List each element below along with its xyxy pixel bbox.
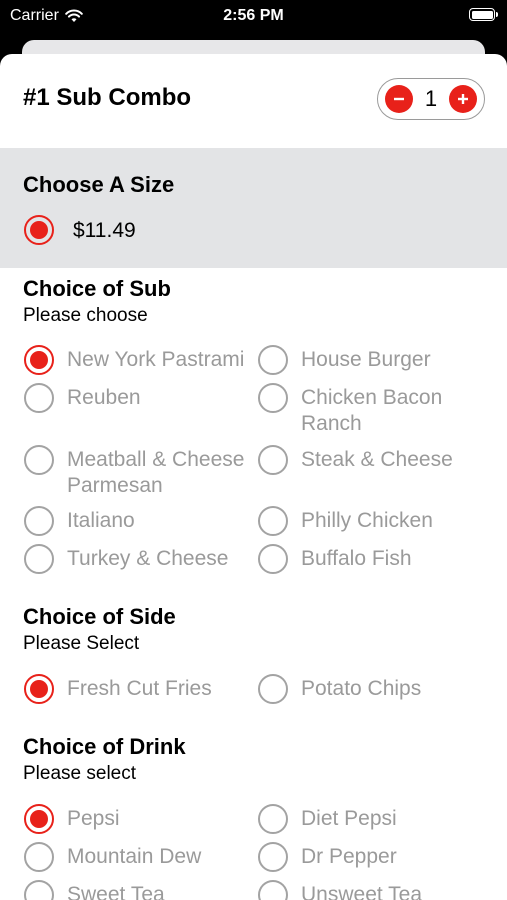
sub-option-radio[interactable]	[258, 506, 288, 536]
drink-option-radio[interactable]	[258, 804, 288, 834]
decrement-button[interactable]	[385, 85, 413, 113]
sub-option-radio[interactable]	[24, 445, 54, 475]
increment-button[interactable]	[449, 85, 477, 113]
item-header: #1 Sub Combo 1	[0, 54, 507, 148]
sub-option-radio[interactable]	[24, 383, 54, 413]
sub-option-label: Steak & Cheese	[301, 448, 453, 471]
drink-option-label: Mountain Dew	[67, 845, 202, 868]
size-price: $11.49	[73, 219, 136, 242]
sub-section-title: Choice of Sub	[23, 276, 171, 301]
size-section-title: Choose A Size	[23, 172, 175, 197]
side-section-title: Choice of Side	[23, 604, 176, 629]
sub-option-radio[interactable]	[24, 506, 54, 536]
side-option-radio[interactable]	[258, 674, 288, 704]
minus-icon	[394, 97, 404, 101]
sub-option-radio[interactable]	[24, 544, 54, 574]
sub-option-radio[interactable]	[258, 544, 288, 574]
sub-option-label: Italiano	[67, 509, 135, 532]
drink-option-radio[interactable]	[258, 880, 288, 900]
side-option-label: Potato Chips	[301, 677, 422, 700]
sub-option-radio[interactable]	[24, 345, 54, 375]
side-option-radio[interactable]	[24, 674, 54, 704]
drink-option-label: Dr Pepper	[301, 845, 397, 868]
sub-option-label: Buffalo Fish	[301, 547, 412, 570]
drink-option-radio[interactable]	[24, 804, 54, 834]
side-section-subtitle: Please Select	[23, 633, 140, 654]
sub-option-label: Chicken Bacon Ranch	[301, 386, 443, 435]
sub-section-subtitle: Please choose	[23, 305, 148, 326]
drink-option-label: Pepsi	[67, 807, 120, 830]
status-bar: Carrier 2:56 PM	[0, 0, 507, 34]
drink-option-radio[interactable]	[24, 880, 54, 900]
sub-option-label: New York Pastrami	[67, 348, 245, 371]
status-time: 2:56 PM	[223, 7, 284, 24]
drink-section-subtitle: Please select	[23, 763, 137, 784]
sub-option-label: Meatball & Cheese Parmesan	[67, 448, 245, 497]
drink-section-title: Choice of Drink	[23, 734, 186, 759]
drink-option-label: Sweet Tea	[67, 883, 165, 900]
drink-option-radio[interactable]	[24, 842, 54, 872]
size-radio[interactable]	[24, 215, 54, 245]
drink-option-radio[interactable]	[258, 842, 288, 872]
item-options-sheet: #1 Sub Combo 1 Choose A Size $11.49 Choi…	[0, 54, 507, 900]
side-option-label: Fresh Cut Fries	[67, 677, 212, 700]
battery-icon	[469, 8, 498, 21]
drink-option-label: Diet Pepsi	[301, 807, 397, 830]
quantity-stepper: 1	[377, 78, 485, 120]
sub-option-radio[interactable]	[258, 445, 288, 475]
size-section: Choose A Size $11.49	[0, 148, 507, 268]
sub-option-label: House Burger	[301, 348, 431, 371]
plus-icon	[458, 94, 468, 104]
sub-option-radio[interactable]	[258, 345, 288, 375]
sub-option-label: Philly Chicken	[301, 509, 433, 532]
sub-option-label: Reuben	[67, 386, 141, 409]
item-title: #1 Sub Combo	[23, 84, 192, 111]
quantity-value: 1	[424, 86, 438, 111]
sub-option-label: Turkey & Cheese	[67, 547, 229, 570]
sub-option-radio[interactable]	[258, 383, 288, 413]
drink-option-label: Unsweet Tea	[301, 883, 423, 900]
